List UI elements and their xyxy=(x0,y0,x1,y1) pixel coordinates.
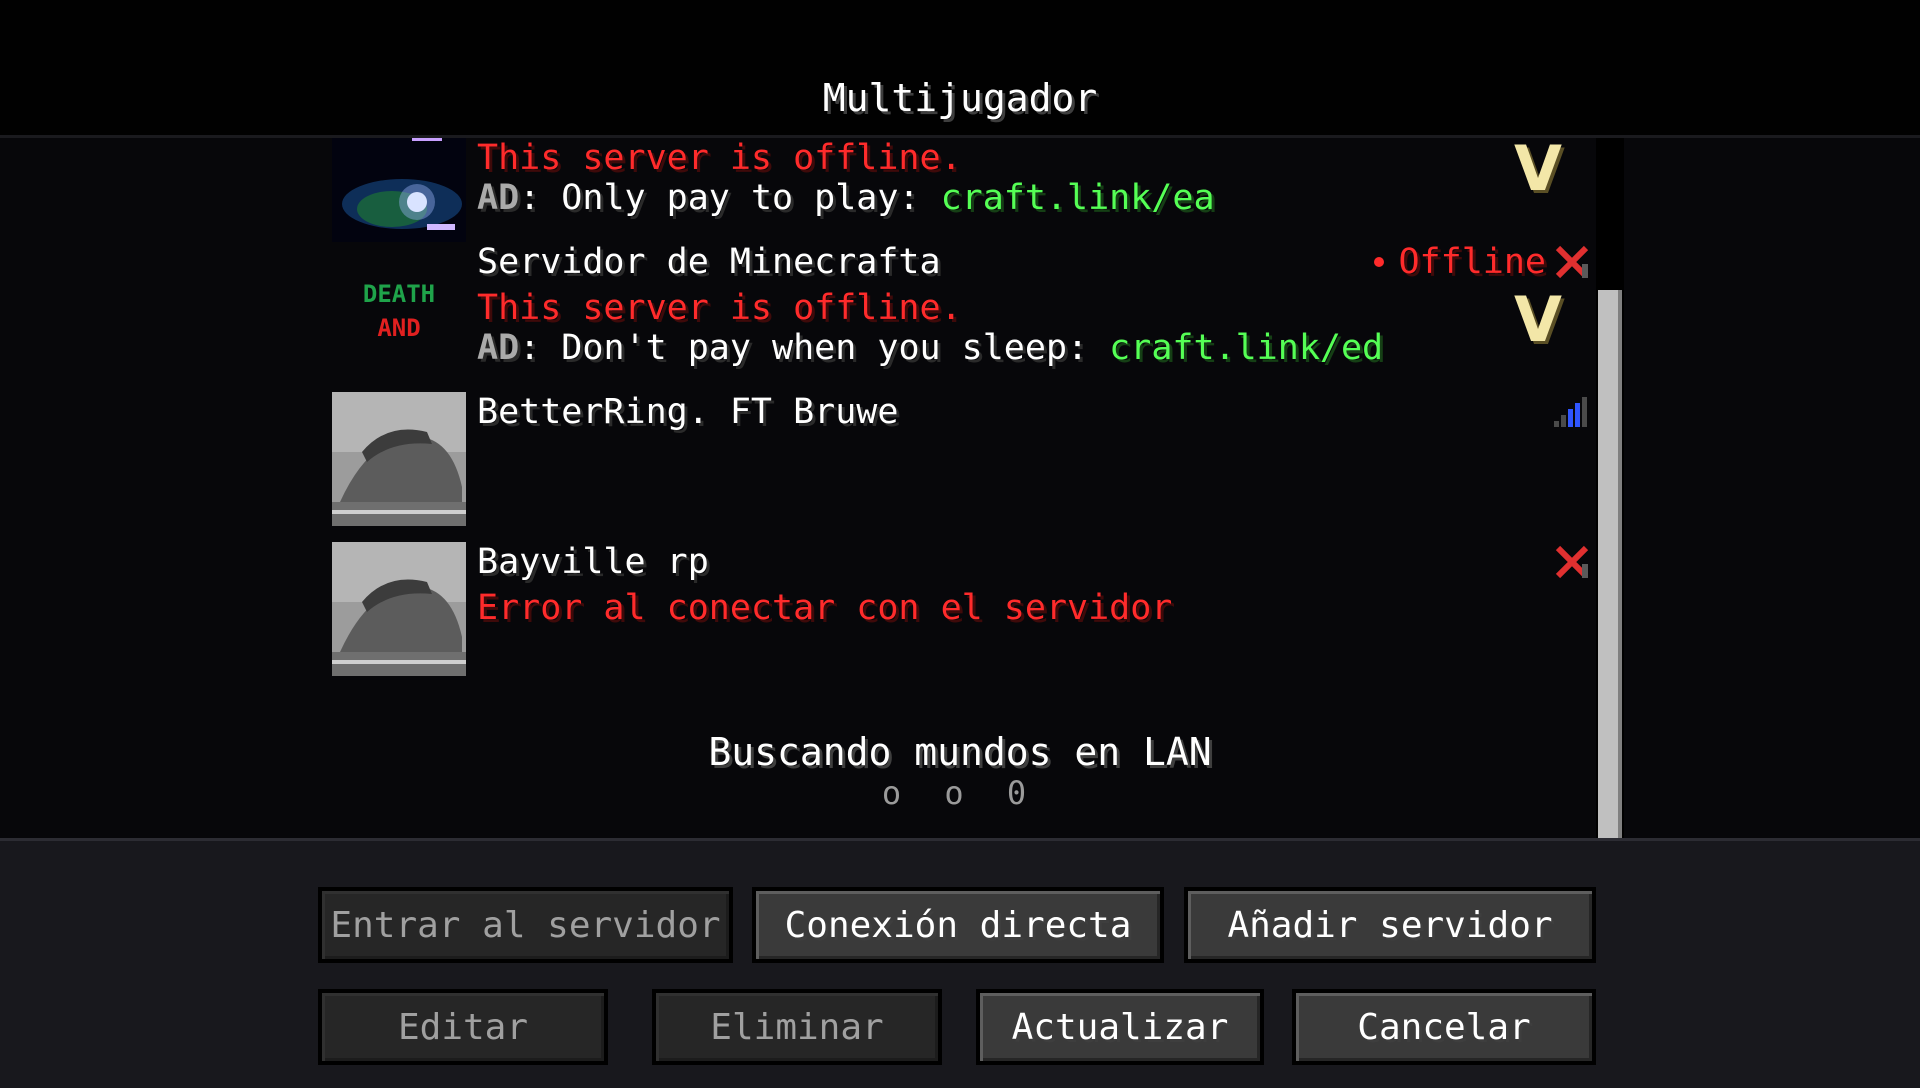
lan-loading-indicator: o o 0 xyxy=(881,774,1039,812)
multiplayer-screen: Multijugador This server is offline. AD:… xyxy=(0,0,1920,1088)
x-icon[interactable] xyxy=(1552,544,1592,580)
server-name: Bayville rp xyxy=(477,542,709,582)
signal-bars-icon[interactable] xyxy=(1552,397,1592,427)
server-thumbnail xyxy=(332,392,466,526)
server-entry-2[interactable]: DEATH AND Servidor de Minecrafta This se… xyxy=(332,242,1592,382)
svg-text:DEATH: DEATH xyxy=(363,280,435,308)
server-entry-3[interactable]: BetterRing. FT Bruwe xyxy=(332,392,1592,526)
scrollbar-thumb[interactable] xyxy=(1598,290,1622,838)
v-icon: V xyxy=(1514,283,1562,356)
button-bar: Entrar al servidor Conexión directa Añad… xyxy=(0,838,1920,1088)
server-ad: AD: Only pay to play: craft.link/ea xyxy=(477,178,1215,218)
server-status xyxy=(1552,392,1592,432)
server-thumbnail: DEATH AND xyxy=(332,242,466,376)
edit-button[interactable]: Editar xyxy=(318,989,608,1065)
server-status: Offline xyxy=(1374,242,1592,282)
lan-search-title: Buscando mundos en LAN xyxy=(708,730,1212,774)
status-text: Offline xyxy=(1398,242,1546,282)
server-name: Servidor de Minecrafta xyxy=(477,242,941,282)
server-motd: This server is offline. xyxy=(477,138,962,178)
server-list[interactable]: This server is offline. AD: Only pay to … xyxy=(0,135,1920,841)
header-bar: Multijugador xyxy=(0,0,1920,135)
server-status xyxy=(1552,542,1592,582)
page-title: Multijugador xyxy=(822,76,1098,120)
add-server-button[interactable]: Añadir servidor xyxy=(1184,887,1596,963)
direct-connect-button[interactable]: Conexión directa xyxy=(752,887,1164,963)
server-error: Error al conectar con el servidor xyxy=(477,588,1173,628)
svg-text:AND: AND xyxy=(377,314,420,342)
cancel-button[interactable]: Cancelar xyxy=(1292,989,1596,1065)
x-icon[interactable] xyxy=(1552,244,1592,280)
status-dot xyxy=(1374,257,1385,267)
server-name: BetterRing. FT Bruwe xyxy=(477,392,899,432)
refresh-button[interactable]: Actualizar xyxy=(976,989,1264,1065)
server-motd: This server is offline. xyxy=(477,288,962,328)
join-server-button[interactable]: Entrar al servidor xyxy=(318,887,733,963)
server-entry-4[interactable]: Bayville rp Error al conectar con el ser… xyxy=(332,542,1592,676)
server-thumbnail xyxy=(332,138,466,248)
server-thumbnail xyxy=(332,542,466,676)
server-ad: AD: Don't pay when you sleep: craft.link… xyxy=(477,328,1384,368)
v-icon: V xyxy=(1514,135,1562,205)
delete-button[interactable]: Eliminar xyxy=(652,989,942,1065)
